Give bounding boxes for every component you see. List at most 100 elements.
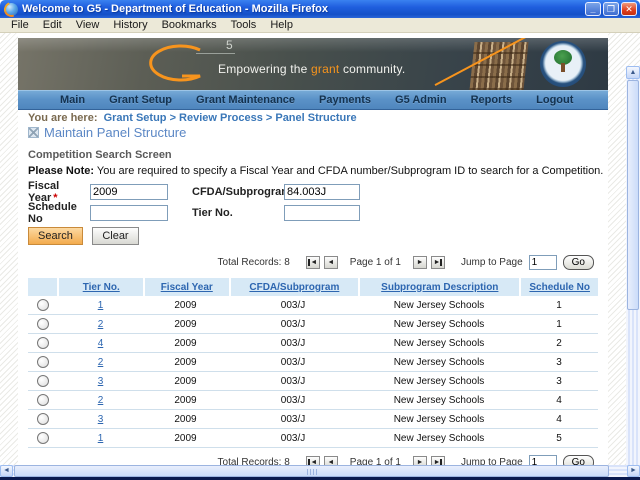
radio-cell [28,299,58,311]
table-row: 22009003/JNew Jersey Schools1 [28,315,598,334]
jump-to-page-input[interactable] [529,255,557,270]
subprogram-description-header[interactable]: Subprogram Description [360,278,519,296]
breadcrumb: You are here: Grant Setup > Review Proce… [28,112,608,124]
note-body: You are required to specify a Fiscal Yea… [94,165,603,177]
row-radio-button[interactable] [37,432,49,444]
table-row: 22009003/JNew Jersey Schools3 [28,353,598,372]
breadcrumb-path[interactable]: Grant Setup > Review Process > Panel Str… [104,112,357,124]
minimize-button[interactable]: _ [585,2,601,16]
nav-payments[interactable]: Payments [307,92,383,108]
tier-cell: 2 [58,357,143,368]
tier-link[interactable]: 1 [98,433,104,444]
fiscal-year-cell: 2009 [143,357,228,368]
radio-cell [28,318,58,330]
tier-link[interactable]: 1 [98,300,104,311]
horizontal-scrollbar[interactable]: ◄ ► [0,465,640,477]
nav-g5-admin[interactable]: G5 Admin [383,92,459,108]
menu-tools[interactable]: Tools [224,18,264,32]
tier-cell: 2 [58,319,143,330]
tier-link[interactable]: 2 [98,357,104,368]
menu-file[interactable]: File [4,18,36,32]
cfda-subprogram-header[interactable]: CFDA/Subprogram [231,278,359,296]
first-page-button[interactable]: ◄ [306,256,320,269]
vertical-scroll-thumb[interactable] [627,80,639,310]
last-page-button[interactable]: ► [431,256,445,269]
banner-tagline: Empowering the grant community. [218,62,405,76]
nav-logout[interactable]: Logout [524,92,585,108]
tier-no-label: Tier No. [192,207,284,219]
maximize-button[interactable]: ❐ [603,2,619,16]
tier-no-input[interactable] [284,205,360,221]
scroll-right-icon[interactable]: ► [627,465,640,477]
menu-bookmarks[interactable]: Bookmarks [155,18,224,32]
cfda-subprogram-input[interactable] [284,184,360,200]
schedule-no-input[interactable] [90,205,168,221]
nav-main[interactable]: Main [48,92,97,108]
fiscal-year-cell: 2009 [143,395,228,406]
search-form: Fiscal Year* CFDA/Subprogram* Schedule N… [28,184,608,221]
nav-grant-setup[interactable]: Grant Setup [97,92,184,108]
clear-button[interactable]: Clear [92,227,138,245]
fiscal-year-input[interactable] [90,184,168,200]
cfda-subprogram-label: CFDA/Subprogram* [192,186,284,198]
tier-link[interactable]: 3 [98,376,104,387]
horizontal-scroll-thumb[interactable] [14,465,609,477]
table-body: 12009003/JNew Jersey Schools122009003/JN… [28,296,598,448]
row-radio-button[interactable] [37,413,49,425]
go-button[interactable]: Go [563,255,594,270]
nav-reports[interactable]: Reports [459,92,525,108]
tier-link[interactable]: 3 [98,414,104,425]
tier-cell: 3 [58,414,143,425]
cfda-cell: 003/J [228,376,358,387]
menu-history[interactable]: History [106,18,154,32]
row-radio-button[interactable] [37,356,49,368]
fiscal-year-cell: 2009 [143,300,228,311]
tier-link[interactable]: 4 [98,338,104,349]
search-button[interactable]: Search [28,227,83,245]
tier-cell: 4 [58,338,143,349]
note-text: Please Note: You are required to specify… [28,165,608,178]
close-button[interactable]: ✕ [621,2,637,16]
next-page-button[interactable]: ► [413,256,427,269]
schedule-no-header[interactable]: Schedule No [521,278,598,296]
menu-view[interactable]: View [69,18,107,32]
schedule-cell: 1 [520,300,598,311]
tagline-prefix: Empowering the [218,62,311,76]
note-label: Please Note: [28,165,94,177]
row-radio-button[interactable] [37,375,49,387]
tier-cell: 1 [58,433,143,444]
tier-link[interactable]: 2 [98,319,104,330]
description-cell: New Jersey Schools [358,395,520,406]
main-nav: Main Grant Setup Grant Maintenance Payme… [18,90,608,110]
row-radio-button[interactable] [37,318,49,330]
dept-of-education-seal-icon [540,41,586,87]
row-radio-button[interactable] [37,337,49,349]
fiscal-year-header[interactable]: Fiscal Year [145,278,229,296]
description-cell: New Jersey Schools [358,338,520,349]
prev-page-button[interactable]: ◄ [324,256,338,269]
schedule-cell: 2 [520,338,598,349]
firefox-icon [5,3,18,16]
row-radio-button[interactable] [37,299,49,311]
tier-link[interactable]: 2 [98,395,104,406]
description-cell: New Jersey Schools [358,433,520,444]
tier-no-header[interactable]: Tier No. [59,278,143,296]
heading-bullet-icon [28,127,39,138]
cfda-cell: 003/J [228,433,358,444]
vertical-scrollbar[interactable]: ▲ ▼ [626,66,640,480]
menu-help[interactable]: Help [263,18,300,32]
g5-logo-sup: 5 [196,38,235,54]
results-table: Tier No. Fiscal Year CFDA/Subprogram Sub… [28,278,598,448]
description-cell: New Jersey Schools [358,319,520,330]
cfda-cell: 003/J [228,338,358,349]
cfda-cell: 003/J [228,300,358,311]
scroll-up-icon[interactable]: ▲ [626,66,640,79]
menu-edit[interactable]: Edit [36,18,69,32]
scroll-left-icon[interactable]: ◄ [0,465,13,477]
description-cell: New Jersey Schools [358,376,520,387]
nav-grant-maintenance[interactable]: Grant Maintenance [184,92,307,108]
row-radio-button[interactable] [37,394,49,406]
table-row: 12009003/JNew Jersey Schools1 [28,296,598,315]
fiscal-year-cell: 2009 [143,433,228,444]
page-indicator: Page 1 of 1 [350,257,401,268]
